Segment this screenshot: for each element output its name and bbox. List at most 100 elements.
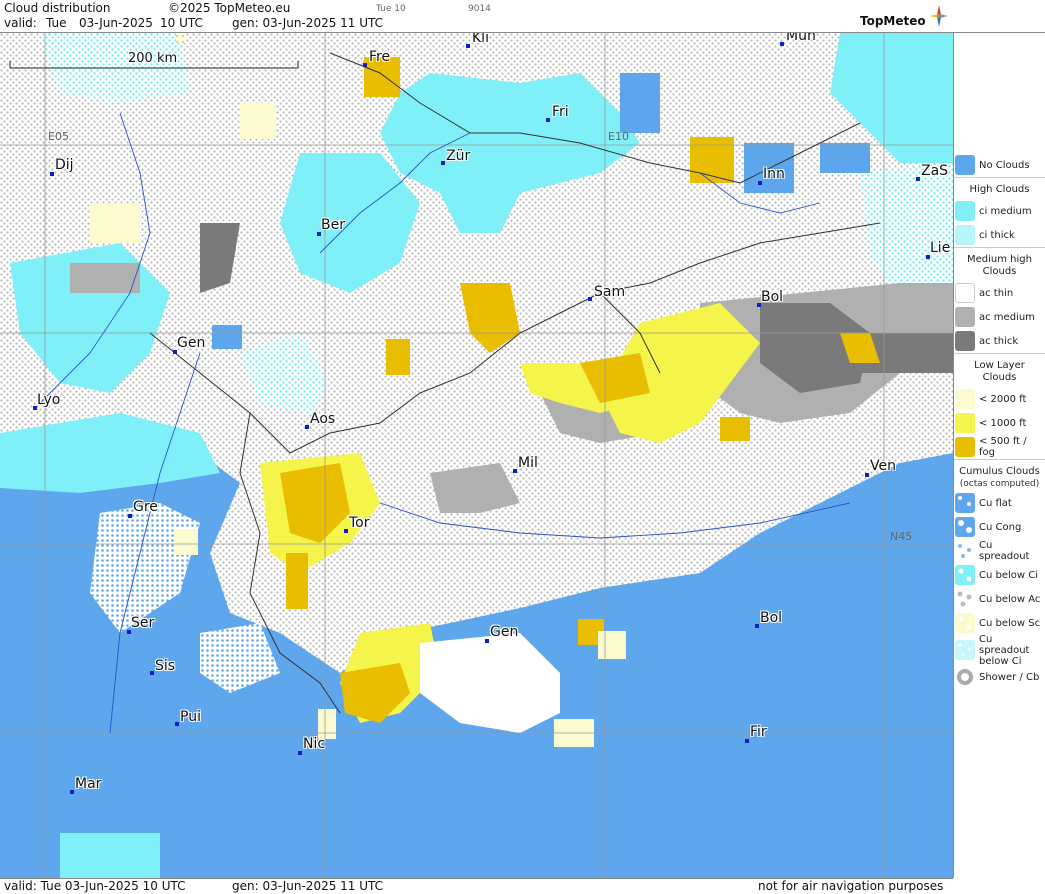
- city-sis: Sis: [155, 658, 176, 674]
- legend-low-title: Low Layer Clouds: [954, 353, 1045, 387]
- copyright: ©2025 TopMeteo.eu: [168, 1, 291, 15]
- ac-thick-swatch: [955, 331, 975, 351]
- header-bar: Cloud distribution ©2025 TopMeteo.eu Tue…: [0, 0, 1045, 33]
- city-fir: Fir: [750, 724, 767, 740]
- city-aos: Aos: [310, 411, 336, 427]
- cu-below-sc-swatch: [955, 613, 975, 633]
- legend-cumulus-sub: (octas computed): [959, 479, 1040, 489]
- low-2000-swatch: [955, 389, 975, 409]
- legend-label: Cu flat: [979, 497, 1012, 509]
- legend-low-500: < 500 ft / fog: [954, 435, 1045, 459]
- city-sam: Sam: [594, 284, 626, 300]
- legend-cu-below-sc: Cu below Sc: [954, 611, 1045, 635]
- low-2000-nic: [318, 709, 336, 739]
- city-dij: Dij: [55, 157, 74, 173]
- city-tor: Tor: [349, 515, 370, 531]
- cu-below-ac-swatch: [955, 589, 975, 609]
- cu-cong-swatch: [955, 517, 975, 537]
- ci-thick-swatch: [955, 225, 975, 245]
- footer-disclaimer: not for air navigation purposes: [758, 879, 944, 893]
- legend-label: ci thick: [979, 229, 1015, 241]
- city-zur: Zür: [446, 148, 471, 164]
- no-clouds-zas: [820, 143, 870, 173]
- cu-below-sc: [176, 33, 186, 43]
- legend-label: Cu below Ci: [979, 569, 1039, 581]
- city-zas: ZaS: [921, 163, 949, 179]
- city-lie: Lie: [930, 240, 951, 256]
- city-gen-geneva: Gen: [177, 335, 206, 351]
- product-title: Cloud distribution: [4, 1, 111, 15]
- grid-label-e10: E10: [608, 130, 629, 143]
- low-2000-gre: [174, 529, 198, 555]
- cu-spreadout-below-ci-swatch: [955, 640, 975, 660]
- legend-shower-cb: Shower / Cb: [954, 665, 1045, 689]
- brand-logo-text: TopMeteo: [860, 14, 926, 28]
- valid-day: Tue: [46, 16, 67, 30]
- legend-cu-below-ci: Cu below Ci: [954, 563, 1045, 587]
- low-500-s: [286, 553, 308, 609]
- legend-ac-medium: ac medium: [954, 305, 1045, 329]
- legend-label: Cu spreadout: [979, 540, 1030, 562]
- cu-below-ci-swatch: [955, 565, 975, 585]
- city-pui: Pui: [180, 709, 201, 725]
- ac-medium-swatch: [955, 307, 975, 327]
- valid-time: 10 UTC: [160, 16, 203, 30]
- low-2000-sea-2: [598, 631, 626, 659]
- legend-label: No Clouds: [979, 159, 1030, 171]
- legend-cu-flat: Cu flat: [954, 491, 1045, 515]
- legend-panel: No Clouds High Clouds ci medium ci thick…: [954, 33, 1045, 893]
- legend-high-title: High Clouds: [954, 177, 1045, 199]
- cloud-map[interactable]: 200 km E05 E10 N45 Fre Kli Mün Fri Dij Z…: [0, 33, 954, 878]
- footer-bar: valid: Tue 03-Jun-2025 10 UTC gen: 03-Ju…: [0, 878, 953, 894]
- ac-thin-swatch: [955, 283, 975, 303]
- city-fre: Fre: [369, 49, 391, 65]
- shower-cb-swatch: [955, 667, 975, 687]
- legend-label: ac thick: [979, 335, 1019, 347]
- low-500-aos: [386, 339, 410, 375]
- city-nic: Nic: [303, 736, 326, 752]
- small-tag: Tue 10: [376, 4, 406, 14]
- city-mil: Mil: [518, 455, 538, 471]
- grid-label-n45: N45: [890, 530, 913, 543]
- legend-ac-thin: ac thin: [954, 281, 1045, 305]
- legend-label: Cu spreadout below Ci: [979, 633, 1030, 667]
- legend-label: < 1000 ft: [979, 417, 1027, 429]
- city-bol-north: Bol: [761, 289, 784, 305]
- ci-medium-sw-corner: [60, 833, 160, 878]
- map-canvas: [0, 33, 953, 878]
- legend-label: Shower / Cb: [979, 671, 1040, 683]
- cu-spreadout-swatch: [955, 541, 975, 561]
- legend-cu-spreadout: Cu spreadout: [954, 539, 1045, 563]
- legend-label: ac thin: [979, 287, 1014, 299]
- legend-cu-cong: Cu Cong: [954, 515, 1045, 539]
- legend-label: < 500 ft / fog: [979, 436, 1027, 458]
- city-gre: Gre: [133, 499, 158, 515]
- legend-cu-spreadout-below-ci: Cu spreadout below Ci: [954, 633, 1045, 667]
- legend-label: < 2000 ft: [979, 393, 1027, 405]
- cu-flat-swatch: [955, 493, 975, 513]
- legend-label: ci medium: [979, 205, 1032, 217]
- compass-logo-icon: [930, 5, 948, 27]
- city-lyo: Lyo: [37, 392, 61, 408]
- footer-valid: valid: Tue 03-Jun-2025 10 UTC: [4, 879, 186, 893]
- no-clouds-fri: [620, 73, 660, 133]
- city-bol-south: Bol: [760, 610, 783, 626]
- low-500-e: [720, 417, 750, 441]
- low-1000-swatch: [955, 413, 975, 433]
- low-500-swatch: [955, 437, 975, 457]
- grid-label-e05: E05: [48, 130, 69, 143]
- legend-ci-thick: ci thick: [954, 223, 1045, 247]
- city-mun: Mün: [786, 33, 816, 44]
- ac-medium-w: [70, 263, 140, 293]
- legend-no-clouds: No Clouds: [954, 153, 1045, 177]
- city-fri: Fri: [552, 104, 569, 120]
- legend-ci-medium: ci medium: [954, 199, 1045, 223]
- legend-cu-below-ac: Cu below Ac: [954, 587, 1045, 611]
- legend-label: Cu below Ac: [979, 593, 1041, 605]
- legend-label: Cu below Sc: [979, 617, 1041, 629]
- legend-medium-title: Medium high Clouds: [954, 247, 1045, 281]
- valid-label: valid:: [4, 16, 37, 30]
- city-inn: Inn: [763, 166, 785, 182]
- city-ber: Ber: [321, 217, 345, 233]
- city-ven: Ven: [870, 458, 896, 474]
